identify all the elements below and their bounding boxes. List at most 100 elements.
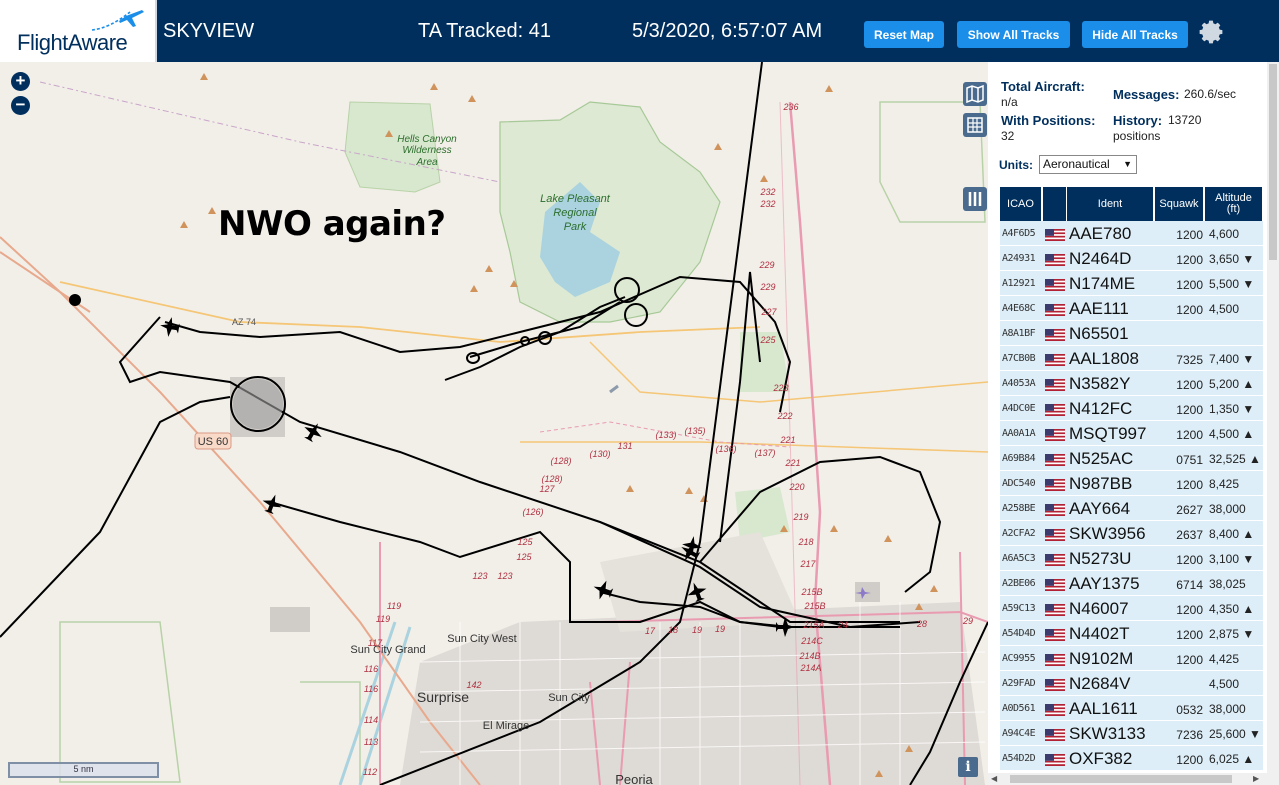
row-altitude: 4,350 ▲ <box>1209 602 1255 616</box>
reset-map-button[interactable]: Reset Map <box>864 21 944 48</box>
units-select[interactable]: Aeronautical ▼ <box>1039 155 1137 174</box>
row-squawk: 1200 <box>1176 403 1203 417</box>
route-215a: 215A <box>802 620 824 630</box>
label-park: Park <box>564 221 587 233</box>
map-canvas[interactable]: Hells Canyon Wilderness Area Lake Pleasa… <box>0 62 988 785</box>
row-ident: N4402T <box>1069 624 1130 643</box>
map-layer-button[interactable] <box>963 82 987 106</box>
table-row[interactable]: AC9955 N9102M 1200 4,425 <box>1000 646 1263 671</box>
row-ident: AAL1808 <box>1069 349 1139 368</box>
scroll-left-icon[interactable]: ◀ <box>991 774 997 783</box>
label-peoria: Peoria <box>615 772 653 785</box>
row-altitude: 4,500 <box>1209 677 1240 691</box>
table-row[interactable]: A4DC0E N412FC 1200 1,350 ▼ <box>1000 396 1263 421</box>
table-row[interactable]: A4F6D5 AAE780 1200 4,600 <box>1000 221 1263 246</box>
col-flag[interactable] <box>1043 187 1067 221</box>
route-125b: 125 <box>516 552 532 562</box>
scrollbar-thumb-horizontal[interactable] <box>1010 775 1232 783</box>
table-row[interactable]: A2BE06 AAY1375 6714 38,025 <box>1000 571 1263 596</box>
tracked-count: TA Tracked: 41 <box>418 20 552 42</box>
row-squawk: 1200 <box>1176 428 1203 442</box>
route-215b: 215B <box>800 587 822 597</box>
table-row[interactable]: A8A1BF N65501 <box>1000 321 1263 346</box>
vertical-scrollbar[interactable] <box>1267 62 1279 773</box>
route-221a: 221 <box>779 435 795 445</box>
us-flag-icon <box>1045 553 1065 566</box>
row-icao: A54D2D <box>1002 753 1036 764</box>
history-unit: positions <box>1113 129 1161 143</box>
table-row[interactable]: A2CFA2 SKW3956 2637 8,400 ▲ <box>1000 521 1263 546</box>
us-flag-icon <box>1045 628 1065 641</box>
us-flag-icon <box>1045 503 1065 516</box>
table-row[interactable]: A258BE AAY664 2627 38,000 <box>1000 496 1263 521</box>
route-123b: 123 <box>497 571 512 581</box>
route-126: (126) <box>522 507 543 517</box>
table-row[interactable]: A54D2D OXF382 1200 6,025 ▲ <box>1000 746 1263 771</box>
route-133: (133) <box>655 430 676 440</box>
us-flag-icon <box>1045 403 1065 416</box>
row-ident: AAY1375 <box>1069 574 1140 593</box>
table-row[interactable]: A29FAD N2684V 4,500 <box>1000 671 1263 696</box>
table-row[interactable]: A4053A N3582Y 1200 5,200 ▲ <box>1000 371 1263 396</box>
table-row[interactable]: A12921 N174ME 1200 5,500 ▼ <box>1000 271 1263 296</box>
route-214b: 214B <box>798 651 820 661</box>
show-all-tracks-button[interactable]: Show All Tracks <box>957 21 1070 48</box>
col-altitude[interactable]: Altitude (ft) <box>1205 187 1263 221</box>
row-altitude: 2,875 ▼ <box>1209 627 1255 641</box>
col-squawk[interactable]: Squawk <box>1155 187 1204 221</box>
label-az74: AZ 74 <box>232 317 256 327</box>
row-icao: A7CB0B <box>1002 353 1036 364</box>
info-button[interactable]: i <box>958 757 978 777</box>
logo-text: FlightAware <box>17 30 128 55</box>
row-ident: N412FC <box>1069 399 1133 418</box>
row-ident: AAL1611 <box>1069 699 1138 718</box>
route-24: 24 <box>837 620 848 630</box>
flightaware-logo[interactable]: FlightAware <box>0 0 157 62</box>
route-232a: 232 <box>759 187 775 197</box>
col-ident[interactable]: Ident <box>1067 187 1154 221</box>
chevron-down-icon: ▼ <box>1123 159 1132 169</box>
gear-icon[interactable] <box>1198 19 1224 45</box>
clock: 5/3/2020, 6:57:07 AM <box>632 20 823 42</box>
zoom-out-button[interactable]: − <box>11 96 30 115</box>
table-row[interactable]: A94C4E SKW3133 7236 25,600 ▼ <box>1000 721 1263 746</box>
horizontal-scrollbar[interactable]: ◀ ▶ <box>988 773 1279 785</box>
table-row[interactable]: A54D4D N4402T 1200 2,875 ▼ <box>1000 621 1263 646</box>
map-view[interactable]: Hells Canyon Wilderness Area Lake Pleasa… <box>0 62 988 785</box>
route-217: 217 <box>799 559 816 569</box>
table-row[interactable]: A69B84 N525AC 0751 32,525 ▲ <box>1000 446 1263 471</box>
table-row[interactable]: A59C13 N46007 1200 4,350 ▲ <box>1000 596 1263 621</box>
us-flag-icon <box>1045 528 1065 541</box>
scroll-right-icon[interactable]: ▶ <box>1253 774 1259 783</box>
table-row[interactable]: AA0A1A MSQT997 1200 4,500 ▲ <box>1000 421 1263 446</box>
row-ident: N987BB <box>1069 474 1133 493</box>
col-icao[interactable]: ICAO <box>1000 187 1042 221</box>
label-el-mirage: El Mirage <box>483 720 529 732</box>
label-hells-canyon: Hells Canyon <box>397 134 457 145</box>
column-toggle-button[interactable] <box>963 187 987 211</box>
table-row[interactable]: A0D561 AAL1611 0532 38,000 <box>1000 696 1263 721</box>
row-altitude: 5,500 ▼ <box>1209 277 1255 291</box>
route-125a: 125 <box>517 537 533 547</box>
scrollbar-thumb[interactable] <box>1269 64 1277 260</box>
row-altitude: 1,350 ▼ <box>1209 402 1255 416</box>
label-regional: Regional <box>553 207 597 219</box>
app-title: SKYVIEW <box>163 20 255 42</box>
table-row[interactable]: A4E68C AAE111 1200 4,500 <box>1000 296 1263 321</box>
row-ident: MSQT997 <box>1069 424 1147 443</box>
route-223: 223 <box>772 383 788 393</box>
row-ident: N65501 <box>1069 324 1129 343</box>
table-row[interactable]: A24931 N2464D 1200 3,650 ▼ <box>1000 246 1263 271</box>
row-ident: N525AC <box>1069 449 1134 468</box>
row-altitude: 4,500 ▲ <box>1209 427 1255 441</box>
zoom-in-button[interactable]: + <box>11 72 30 91</box>
grid-overlay-button[interactable] <box>963 113 987 137</box>
table-row[interactable]: A6A5C3 N5273U 1200 3,100 ▼ <box>1000 546 1263 571</box>
row-altitude: 3,100 ▼ <box>1209 552 1255 566</box>
table-row[interactable]: A7CB0B AAL1808 7325 7,400 ▼ <box>1000 346 1263 371</box>
table-row[interactable]: ADC540 N987BB 1200 8,425 <box>1000 471 1263 496</box>
row-altitude: 25,600 ▼ <box>1209 727 1261 741</box>
row-ident: N174ME <box>1069 274 1136 293</box>
us-flag-icon <box>1045 228 1065 241</box>
hide-all-tracks-button[interactable]: Hide All Tracks <box>1082 21 1188 48</box>
